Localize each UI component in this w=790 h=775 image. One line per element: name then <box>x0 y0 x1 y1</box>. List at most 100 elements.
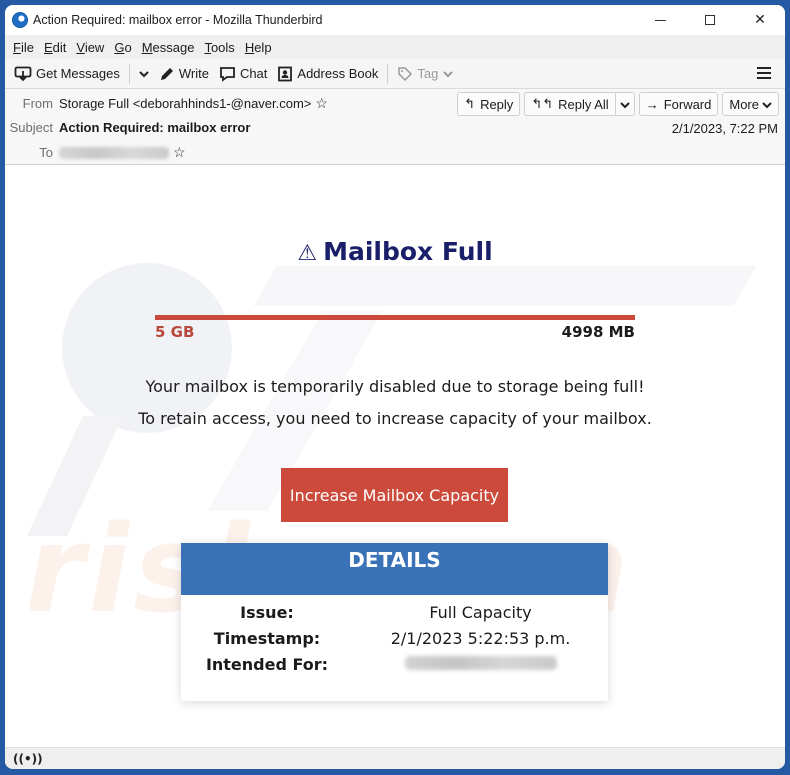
chevron-down-icon <box>619 97 630 112</box>
details-value: 2/1/2023 5:22:53 p.m. <box>390 628 571 648</box>
tag-button[interactable]: Tag <box>392 62 458 86</box>
details-value <box>353 655 608 674</box>
write-button[interactable]: Write <box>154 62 214 86</box>
header-actions: ↰ Reply ↰↰ Reply All → Forward More <box>453 92 779 116</box>
storage-bar-fill <box>155 315 635 320</box>
tag-icon <box>397 66 413 82</box>
mailbox-full-title-text: Mailbox Full <box>323 237 493 266</box>
toolbar-separator <box>387 63 389 84</box>
reply-all-icon: ↰↰ <box>531 96 554 111</box>
chat-button[interactable]: Chat <box>214 62 272 86</box>
details-key: Issue: <box>240 602 294 622</box>
download-message-icon <box>14 66 32 82</box>
intended-for-redacted <box>404 655 557 670</box>
menu-label: essage <box>152 39 195 55</box>
details-key: Timestamp: <box>213 628 321 648</box>
tag-label: Tag <box>417 66 439 81</box>
address-book-icon <box>277 66 293 82</box>
to-recipient-redacted[interactable] <box>59 146 169 159</box>
menu-accel: G <box>114 39 125 55</box>
menu-accel: H <box>244 39 255 55</box>
subject-value: Action Required: mailbox error <box>59 120 251 135</box>
reply-button[interactable]: ↰ Reply <box>457 92 521 116</box>
watermark-shape <box>253 266 757 306</box>
watermark-magnifier-handle <box>27 416 123 536</box>
minimize-icon <box>654 19 666 21</box>
more-label: More <box>729 96 759 112</box>
app-menu-button[interactable] <box>757 65 771 81</box>
status-bar: ((•)) <box>5 747 785 769</box>
menu-accel: E <box>43 39 53 55</box>
get-messages-dropdown[interactable] <box>134 62 154 86</box>
reply-icon: ↰ <box>464 96 476 111</box>
from-row: From Storage Full <deborahhinds1-@naver.… <box>5 95 328 112</box>
menu-label: iew <box>84 39 105 55</box>
get-messages-button[interactable]: Get Messages <box>9 62 125 86</box>
subject-label: Subject <box>9 120 53 135</box>
chevron-down-icon <box>443 66 454 81</box>
menu-label: ools <box>210 39 235 55</box>
write-label: Write <box>178 66 209 81</box>
main-toolbar: Get Messages Write Chat Address Book Tag <box>5 59 785 89</box>
menu-view[interactable]: View <box>71 40 109 55</box>
from-value[interactable]: Storage Full <deborahhinds1-@naver.com> <box>59 96 311 111</box>
menu-message[interactable]: Message <box>137 40 200 55</box>
menu-file[interactable]: File <box>8 40 39 55</box>
message-header: From Storage Full <deborahhinds1-@naver.… <box>5 89 785 165</box>
reply-label: Reply <box>480 96 514 112</box>
message-body: risk.com ⚠Mailbox Full 5 GB 4998 MB Your… <box>5 171 785 747</box>
storage-capacity-label: 5 GB <box>155 323 195 341</box>
to-label: To <box>39 145 53 160</box>
toolbar-separator <box>128 63 130 84</box>
hamburger-icon <box>757 77 771 79</box>
warning-paragraph: Your mailbox is temporarily disabled due… <box>138 377 652 428</box>
forward-button[interactable]: → Forward <box>638 92 719 116</box>
reply-all-button[interactable]: ↰↰ Reply All <box>524 92 616 116</box>
storage-used-label: 4998 MB <box>561 323 635 341</box>
increase-capacity-button[interactable]: Increase Mailbox Capacity <box>281 468 508 522</box>
close-button[interactable]: ✕ <box>735 5 785 35</box>
reply-all-label: Reply All <box>558 96 609 112</box>
thunderbird-window: Action Required: mailbox error - Mozilla… <box>5 5 785 769</box>
menu-go[interactable]: Go <box>109 40 136 55</box>
chevron-down-icon <box>139 66 149 81</box>
window-title: Action Required: mailbox error - Mozilla… <box>33 13 323 27</box>
message-date: 2/1/2023, 7:22 PM <box>671 121 778 136</box>
subject-row: Subject Action Required: mailbox error <box>5 120 251 135</box>
maximize-button[interactable] <box>685 5 735 35</box>
menu-accel: V <box>76 39 85 55</box>
forward-arrow-icon: → <box>645 96 659 112</box>
details-heading: DETAILS <box>181 543 608 595</box>
menu-label: dit <box>52 39 67 55</box>
menu-help[interactable]: Help <box>240 40 277 55</box>
menu-tools[interactable]: Tools <box>199 40 239 55</box>
storage-bar <box>155 315 635 320</box>
details-row: Issue: Full Capacity <box>181 599 608 625</box>
chevron-down-icon <box>762 97 772 112</box>
star-icon[interactable]: ☆ <box>173 144 186 161</box>
more-button[interactable]: More <box>722 92 779 116</box>
details-value: Full Capacity <box>429 602 532 622</box>
reply-all-split: ↰↰ Reply All <box>524 92 635 116</box>
title-bar: Action Required: mailbox error - Mozilla… <box>5 5 785 35</box>
address-book-button[interactable]: Address Book <box>272 62 383 86</box>
maximize-icon <box>705 15 715 25</box>
menu-edit[interactable]: Edit <box>39 40 71 55</box>
menu-accel: M <box>141 39 153 55</box>
details-key: Intended For: <box>205 654 329 674</box>
chat-bubble-icon <box>219 66 236 82</box>
star-icon[interactable]: ☆ <box>315 95 328 112</box>
details-row: Timestamp: 2/1/2023 5:22:53 p.m. <box>181 625 608 651</box>
to-row: To ☆ <box>5 144 186 161</box>
online-status-icon[interactable]: ((•)) <box>13 752 43 766</box>
details-card: DETAILS Issue: Full Capacity Timestamp: … <box>181 543 608 701</box>
menu-label: elp <box>254 39 272 55</box>
details-table: Issue: Full Capacity Timestamp: 2/1/2023… <box>181 595 608 677</box>
menu-label: ile <box>20 39 34 55</box>
mailbox-full-title: ⚠ Mailbox Full <box>5 237 785 266</box>
menu-label: o <box>124 39 132 55</box>
minimize-button[interactable] <box>635 5 685 35</box>
reply-all-dropdown[interactable] <box>615 92 635 116</box>
menu-accel: F <box>13 39 21 55</box>
window-controls: ✕ <box>635 5 785 35</box>
